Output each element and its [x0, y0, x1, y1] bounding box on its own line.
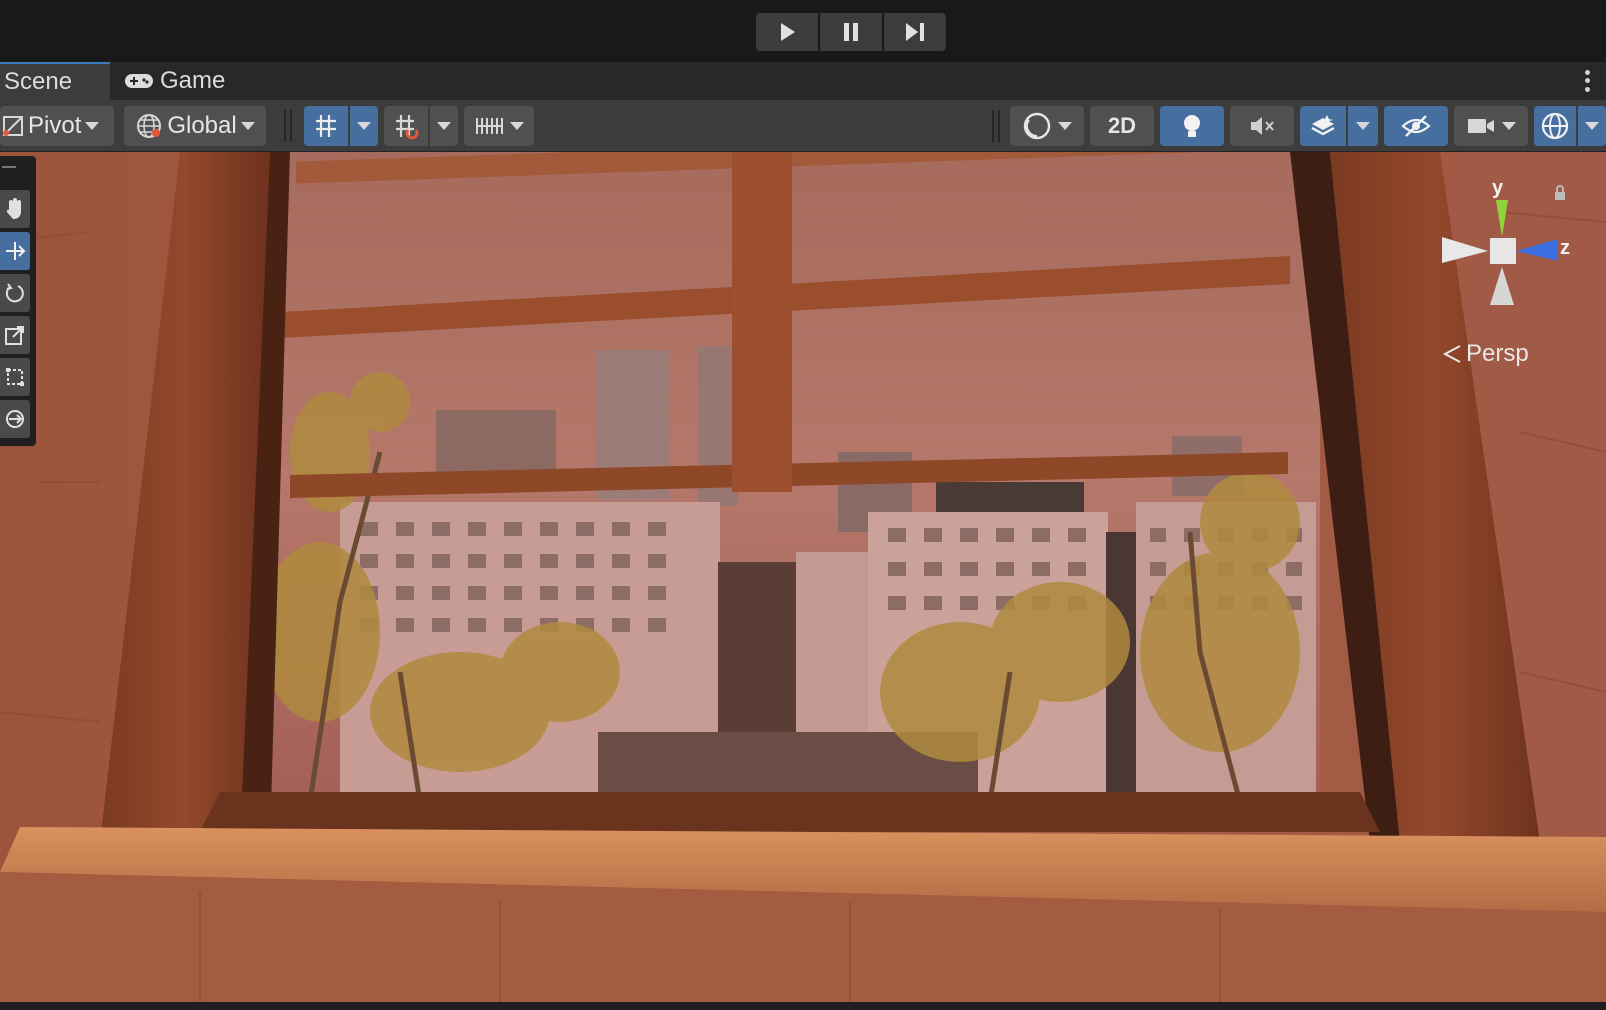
gizmo-z-label: z	[1560, 237, 1570, 259]
scale-icon	[5, 326, 24, 345]
effects-dropdown[interactable]	[1348, 106, 1378, 146]
lightbulb-icon	[1184, 115, 1200, 137]
2d-label: 2D	[1107, 113, 1137, 138]
transform-tool-button[interactable]	[0, 400, 30, 438]
chevron-down-icon	[1356, 122, 1370, 130]
projection-label: Persp	[1466, 340, 1529, 367]
scene-viewport[interactable]	[0, 152, 1606, 1002]
gizmo-globe-icon	[1541, 112, 1569, 140]
step-icon	[906, 23, 924, 41]
transform-icon	[6, 410, 24, 428]
drag-handle[interactable]	[2, 166, 16, 168]
chevron-down-icon	[240, 122, 255, 130]
tab-game-label: Game	[160, 67, 226, 94]
tab-game[interactable]: Game	[124, 62, 225, 100]
draw-mode-dropdown[interactable]	[1010, 106, 1084, 146]
pause-button[interactable]	[820, 13, 882, 51]
audio-toggle[interactable]	[1230, 106, 1294, 146]
hand-tool-button[interactable]	[0, 190, 30, 228]
separator	[992, 110, 994, 142]
layers-effects-icon	[1311, 115, 1335, 136]
grid-icon	[316, 115, 336, 137]
chevron-down-icon	[85, 122, 100, 130]
lighting-toggle[interactable]	[1160, 106, 1224, 146]
rect-tool-button[interactable]	[0, 358, 30, 396]
scene-visibility-toggle[interactable]	[1384, 106, 1448, 146]
eye-hidden-icon	[1401, 115, 1431, 137]
speaker-mute-icon	[1251, 117, 1274, 135]
move-tool-button[interactable]	[0, 232, 30, 270]
viewport-bottom-edge	[0, 1002, 1606, 1010]
chevron-down-icon	[1502, 122, 1516, 130]
separator	[290, 110, 292, 142]
rotate-tool-button[interactable]	[0, 274, 30, 312]
rect-icon	[6, 368, 24, 386]
grid-options-dropdown[interactable]	[350, 106, 378, 146]
chevron-down-icon	[437, 122, 451, 130]
gizmo-y-label: y	[1492, 177, 1504, 199]
step-button[interactable]	[884, 13, 946, 51]
gizmos-dropdown[interactable]	[1578, 106, 1606, 146]
global-label: Global	[167, 112, 237, 139]
separator	[998, 110, 1000, 142]
increment-snap-toggle[interactable]	[384, 106, 428, 146]
pivot-icon	[3, 116, 23, 136]
gamepad-icon	[125, 74, 153, 88]
gizmos-toggle[interactable]	[1534, 106, 1576, 146]
view-tab-bar: Scene Game	[0, 62, 1606, 100]
scene-toolbar: Pivot Global 2D	[0, 100, 1606, 152]
tab-scene[interactable]: Scene	[0, 62, 110, 100]
grid-snap-toggle[interactable]	[304, 106, 348, 146]
rotate-icon	[5, 283, 24, 303]
tab-scene-label: Scene	[4, 68, 73, 95]
scene-render	[0, 152, 1606, 1002]
scale-tool-button[interactable]	[0, 316, 30, 354]
play-controls	[756, 13, 946, 51]
snap-icon	[396, 115, 419, 140]
2d-toggle[interactable]: 2D	[1090, 106, 1154, 146]
play-mode-bar	[0, 0, 1606, 62]
lock-icon[interactable]	[1554, 185, 1566, 201]
snap-options-dropdown[interactable]	[430, 106, 458, 146]
pivot-label: Pivot	[28, 112, 82, 139]
globe-icon	[137, 114, 162, 138]
tab-menu-button[interactable]	[1582, 68, 1592, 94]
ruler-dropdown[interactable]	[464, 106, 534, 146]
effects-toggle[interactable]	[1300, 106, 1346, 146]
camera-dropdown[interactable]	[1454, 106, 1528, 146]
move-icon	[6, 242, 26, 260]
pause-icon	[844, 23, 858, 41]
global-dropdown[interactable]: Global	[124, 106, 266, 146]
play-icon	[781, 23, 795, 41]
chevron-down-icon	[357, 122, 371, 130]
chevron-down-icon	[510, 122, 524, 130]
projection-toggle[interactable]: Persp	[1442, 340, 1529, 368]
camera-icon	[1468, 119, 1494, 133]
tools-overlay	[0, 156, 36, 446]
pivot-dropdown[interactable]: Pivot	[0, 106, 114, 146]
chevron-down-icon	[1585, 122, 1599, 130]
ruler-icon	[476, 118, 503, 134]
shading-sphere-icon	[1023, 112, 1051, 140]
chevron-down-icon	[1058, 122, 1072, 130]
hand-icon	[6, 198, 22, 219]
chevron-left-icon	[1442, 345, 1461, 363]
play-button[interactable]	[756, 13, 818, 51]
separator	[284, 110, 286, 142]
